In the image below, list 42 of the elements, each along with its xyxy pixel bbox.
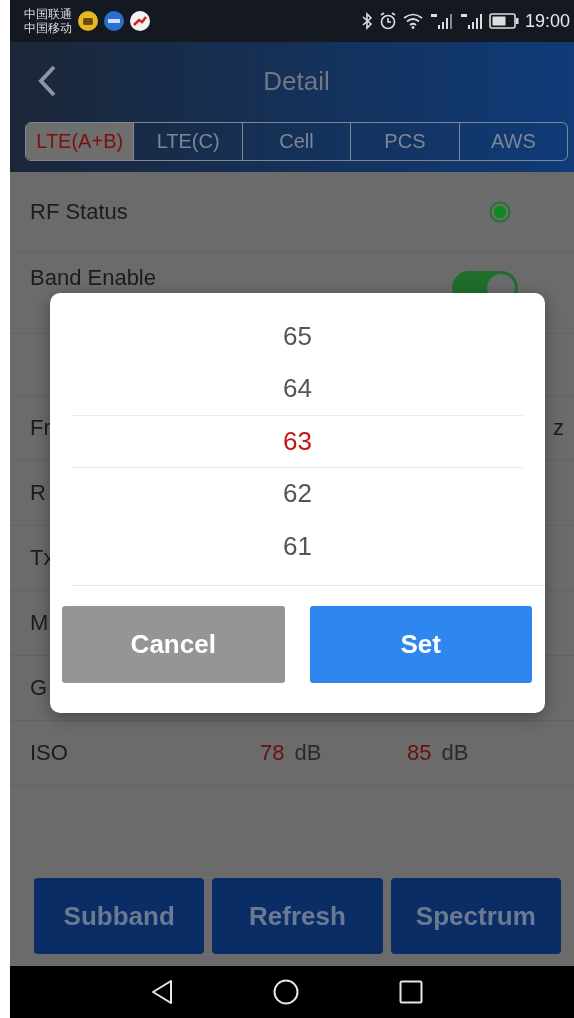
- band-tab[interactable]: LTE(C): [133, 123, 242, 160]
- app-icon: [104, 11, 124, 31]
- row-label: RF Status: [30, 199, 128, 225]
- band-tab[interactable]: PCS: [350, 123, 459, 160]
- row-label: R: [30, 480, 46, 506]
- picker-option[interactable]: 63: [72, 415, 523, 468]
- app-icon: [78, 11, 98, 31]
- app-icon: [130, 11, 150, 31]
- picker-option[interactable]: 64: [72, 362, 523, 415]
- home-icon[interactable]: [273, 979, 299, 1005]
- clock-time: 19:00: [524, 10, 570, 32]
- carrier-name: 中国联通: [24, 7, 72, 21]
- bluetooth-icon: [360, 12, 373, 30]
- value-unit: dB: [441, 740, 469, 766]
- row-label: Band Enable: [30, 265, 156, 291]
- alarm-icon: [378, 12, 397, 30]
- band-tab[interactable]: Cell: [241, 123, 351, 160]
- band-tab[interactable]: AWS: [458, 123, 567, 160]
- row-label: G: [30, 675, 48, 701]
- row-label: M: [30, 610, 49, 636]
- picker-option[interactable]: 62: [72, 467, 523, 520]
- value-unit: dB: [294, 740, 322, 766]
- picker-option[interactable]: 65: [72, 310, 523, 363]
- recent-apps-icon[interactable]: [399, 980, 423, 1004]
- action-button[interactable]: Subband: [34, 878, 205, 954]
- battery-icon: [488, 13, 519, 29]
- value-number: 85: [407, 740, 432, 766]
- signal-icon: [458, 12, 483, 30]
- wifi-icon: [402, 13, 423, 29]
- picker-option[interactable]: 61: [72, 520, 523, 573]
- page-title: Detail: [263, 65, 330, 97]
- action-button[interactable]: Spectrum: [390, 878, 561, 954]
- row-label: Fr: [30, 415, 51, 441]
- carrier-name: 中国移动: [24, 21, 72, 35]
- action-button[interactable]: Refresh: [212, 878, 383, 954]
- signal-icon: [428, 12, 453, 30]
- cancel-button[interactable]: Cancel: [62, 605, 285, 683]
- set-button[interactable]: Set: [309, 605, 532, 683]
- row-label: ISO: [30, 740, 69, 766]
- band-tab[interactable]: LTE(A+B): [26, 123, 134, 160]
- value-number: 78: [260, 740, 285, 766]
- row-value: z: [553, 415, 564, 441]
